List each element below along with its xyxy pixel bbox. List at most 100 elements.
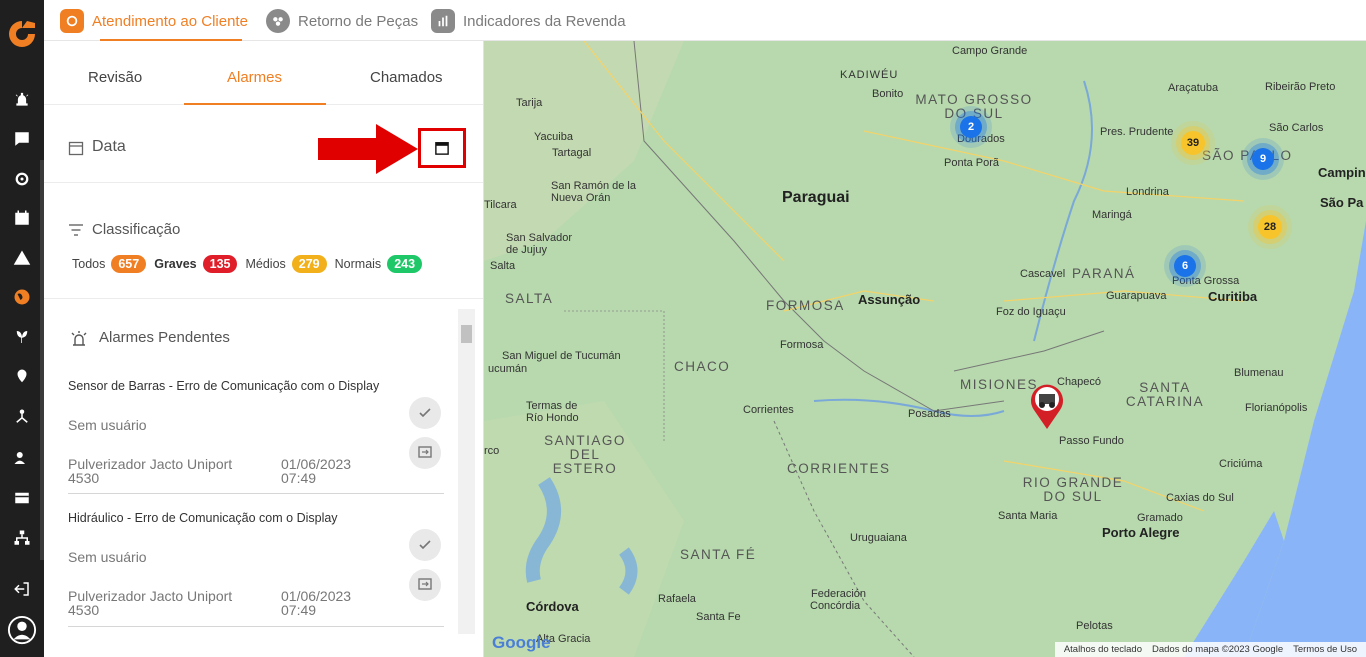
map-terrain (484, 41, 1366, 657)
alarm-item[interactable]: Sensor de Barras - Erro de Comunicação c… (68, 379, 444, 494)
map-label-termas: Termas de Río Hondo (526, 400, 579, 424)
map-cluster[interactable]: 28 (1258, 215, 1282, 239)
map-label-tartagal: Tartagal (552, 147, 592, 159)
chip-label-normais[interactable]: Normais (335, 257, 382, 271)
chip-label-medios[interactable]: Médios (245, 257, 285, 271)
location-icon[interactable] (10, 365, 34, 389)
map-label-santiago: SANTIAGO DEL ESTERO (544, 433, 626, 476)
calendar-icon (435, 142, 449, 155)
card-icon[interactable] (10, 486, 34, 510)
map-label-blumenau: Blumenau (1234, 367, 1284, 379)
pending-alarms: Alarmes Pendentes Sensor de Barras - Err… (44, 299, 464, 657)
alarm-datetime: 01/06/2023 07:49 (281, 589, 371, 617)
map-label-campinas: Campinas (1318, 165, 1366, 180)
map-label-foz: Foz do Iguaçu (996, 306, 1066, 318)
map-label-criciuma: Criciúma (1219, 458, 1263, 470)
chip-label-todos[interactable]: Todos (72, 257, 105, 271)
map-label-san-miguel: San Miguel de Tucumán (502, 350, 621, 362)
chip-count-normais[interactable]: 243 (387, 255, 423, 273)
comment-button[interactable] (409, 437, 441, 469)
map-label-sao-paulo-city: São Pa (1320, 195, 1364, 210)
map-label-san-salvador: San Salvador de Jujuy (506, 232, 573, 256)
tab-alarmes[interactable]: Alarmes (227, 69, 282, 86)
map-label-assuncao: Assunção (858, 292, 921, 307)
map-label-cascavel: Cascavel (1020, 268, 1066, 280)
map-label-guarapuava: Guarapuava (1106, 290, 1167, 302)
hierarchy-icon[interactable] (10, 405, 34, 429)
tab-label: Indicadores da Revenda (463, 12, 626, 30)
map-label-concordia: Concórdia (810, 600, 861, 612)
warning-icon[interactable] (10, 246, 34, 270)
alarm-machine: Pulverizador Jacto Uniport 4530 (68, 456, 233, 486)
map-label-misiones: MISIONES (960, 377, 1039, 392)
map-label-parana: PARANÁ (1072, 266, 1136, 281)
users-icon[interactable] (10, 446, 34, 470)
tab-revisao[interactable]: Revisão (88, 69, 142, 86)
calendar-icon[interactable] (10, 206, 34, 230)
map-label-santa-fe: SANTA FÉ (680, 547, 757, 562)
sub-tab-bar: Revisão Alarmes Chamados (44, 41, 483, 105)
map-label-tucuman: ucumán (488, 363, 528, 375)
map-label-rgs: RIO GRANDE DO SUL (1022, 475, 1124, 504)
panel-scrollbar[interactable] (458, 309, 475, 634)
parts-icon (266, 9, 290, 33)
map-cluster[interactable]: 2 (960, 116, 982, 138)
alarm-item[interactable]: Hidráulico - Erro de Comunicação com o D… (68, 511, 444, 627)
acknowledge-button[interactable] (409, 529, 441, 561)
date-label: Data (92, 138, 126, 155)
tab-atendimento[interactable]: Atendimento ao Cliente (60, 9, 248, 33)
map-label-salta: SALTA (505, 291, 554, 306)
chip-count-graves[interactable]: 135 (202, 255, 238, 273)
comment-button[interactable] (409, 569, 441, 601)
alarm-title: Hidráulico - Erro de Comunicação com o D… (68, 511, 338, 525)
alarm-time: 07:49 (281, 602, 317, 618)
map-label-formosa: Formosa (780, 339, 824, 351)
tab-label: Retorno de Peças (298, 12, 419, 30)
map-label-porto-alegre: Porto Alegre (1102, 525, 1180, 540)
scroll-thumb[interactable] (461, 325, 472, 343)
tab-label: Atendimento ao Cliente (92, 12, 248, 30)
map-cluster[interactable]: 9 (1252, 148, 1274, 170)
map-cluster[interactable]: 39 (1181, 131, 1205, 155)
tab-retorno-pecas[interactable]: Retorno de Peças (266, 9, 418, 33)
alarm-time: 07:49 (281, 470, 317, 486)
logout-icon[interactable] (10, 577, 34, 601)
support-icon (60, 9, 84, 33)
chip-label-graves[interactable]: Graves (154, 257, 196, 271)
alarm-user: Sem usuário (68, 417, 147, 433)
left-nav-rail (0, 0, 44, 657)
plant-icon[interactable] (10, 325, 34, 349)
chat-icon[interactable] (10, 127, 34, 151)
keyboard-shortcuts-link[interactable]: Atalhos do teclado (1064, 644, 1142, 655)
terms-link[interactable]: Termos de Uso (1293, 644, 1357, 655)
chip-count-todos[interactable]: 657 (111, 255, 147, 273)
acknowledge-button[interactable] (409, 397, 441, 429)
red-arrow-annotation (318, 124, 418, 174)
map-label-tarija: Tarija (516, 97, 543, 109)
tab-indicadores[interactable]: Indicadores da Revenda (431, 9, 626, 33)
date-filter: Data (44, 105, 483, 183)
map-label-passo-fundo: Passo Fundo (1059, 435, 1124, 447)
alarm-title: Sensor de Barras - Erro de Comunicação c… (68, 379, 380, 393)
alarm-icon[interactable] (10, 88, 34, 112)
map-cluster[interactable]: 6 (1174, 255, 1196, 277)
map-label-florianopolis: Florianópolis (1245, 402, 1308, 414)
map-label-san-ramon: San Ramón de la Nueva Orán (551, 180, 636, 204)
gear-icon[interactable] (10, 167, 34, 191)
alarm-bell-icon (71, 331, 87, 346)
map-label-curitiba: Curitiba (1208, 289, 1258, 304)
profile-avatar-icon[interactable] (6, 614, 38, 646)
tab-chamados[interactable]: Chamados (370, 69, 443, 86)
map-pin-icon[interactable] (1028, 380, 1066, 430)
map-view[interactable]: Paraguai Assunção FORMOSA CHACO SANTIAGO… (484, 41, 1366, 657)
map-data-text: Dados do mapa ©2023 Google (1151, 644, 1284, 655)
map-label-santa-maria: Santa Maria (998, 510, 1058, 522)
date-picker-button[interactable] (418, 128, 466, 168)
app-logo[interactable] (6, 18, 38, 50)
org-chart-icon[interactable] (10, 526, 34, 550)
chip-count-medios[interactable]: 279 (291, 255, 327, 273)
map-label-paraguai: Paraguai (782, 189, 850, 206)
map-label-uruguaiana: Uruguaiana (850, 532, 907, 544)
globe-icon[interactable] (10, 285, 34, 309)
map-label-formosa-region: FORMOSA (766, 298, 845, 313)
